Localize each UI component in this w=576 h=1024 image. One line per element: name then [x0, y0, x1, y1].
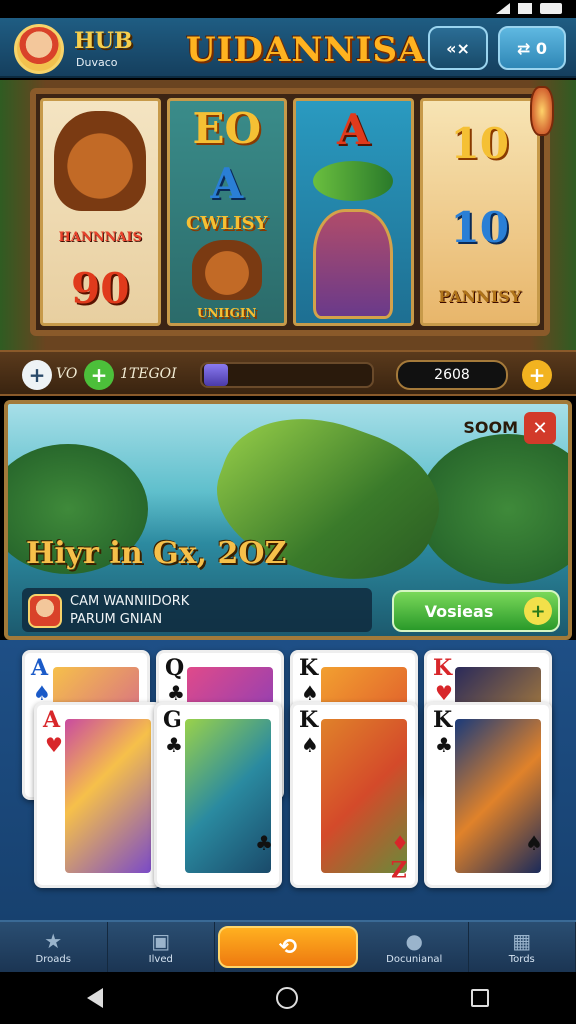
- reel-1-value: 90: [71, 264, 130, 314]
- card-suit-icon: ♣: [255, 831, 273, 855]
- hub-avatar[interactable]: [14, 24, 64, 74]
- banner-footer: CAM WANNIIDORK PARUM GNIAN: [22, 588, 372, 632]
- card-rank: A: [31, 655, 49, 681]
- control-bar: + VO + 1TEGOI 2608 +: [0, 350, 576, 396]
- system-nav-bar: [0, 972, 576, 1024]
- bottom-tab-bar: ★ Droads ▣ Ilved ⟲ ● Docunianal ▦ Tords: [0, 920, 576, 972]
- bet-increase-button[interactable]: +: [84, 360, 114, 390]
- grid-icon: ▦: [512, 928, 532, 953]
- tab-label: Docunianal: [386, 953, 443, 965]
- tab-tords[interactable]: ▦ Tords: [469, 922, 576, 972]
- battery-icon: [540, 3, 562, 14]
- card-rank: K: [299, 707, 319, 733]
- tab-label: Ilved: [148, 953, 173, 965]
- playing-card[interactable]: G ♣ ♣: [154, 702, 282, 888]
- banner-headline: Hiyr in Gx, 2OZ: [26, 536, 287, 571]
- beast-symbol-icon: [54, 110, 147, 211]
- reel-2[interactable]: EO A CWLISY UNIIGIN: [166, 98, 287, 326]
- banner-avatar: [28, 594, 62, 628]
- lantern-icon: [530, 86, 554, 136]
- home-icon[interactable]: [275, 987, 298, 1009]
- reel-4-top-symbol: 10: [450, 118, 509, 168]
- refresh-icon[interactable]: ⟲: [218, 926, 358, 968]
- promo-banner[interactable]: SOOM ✕ Hiyr in Gx, 2OZ CAM WANNIIDORK PA…: [4, 400, 572, 640]
- playing-card[interactable]: A ♥: [34, 702, 162, 888]
- plus-icon: +: [524, 597, 552, 625]
- card-rank: Q: [165, 655, 185, 681]
- card-suit-icon: ♠: [301, 733, 319, 757]
- credit-display: 2608: [396, 360, 508, 390]
- card-suit-icon: ♣: [165, 733, 183, 757]
- reel-3-top-symbol: A: [336, 104, 370, 154]
- card-hand: A ♠ Q ♣ K ♠ K ♥ A ♥ G ♣ ♣ K ♠ ♦ Z K ♣ ♠: [0, 640, 576, 920]
- add-credit-button[interactable]: +: [522, 360, 552, 390]
- reel-4-label: PANNISY: [438, 286, 522, 306]
- tab-label: Droads: [35, 953, 71, 965]
- gem-icon: [204, 364, 228, 386]
- tab-droads[interactable]: ★ Droads: [0, 922, 108, 972]
- bet-v-label: VO: [56, 366, 78, 382]
- status-icons: [496, 3, 562, 14]
- tab-center[interactable]: ⟲: [215, 922, 361, 972]
- reel-1-label: HANNNAIS: [58, 229, 143, 245]
- card-rank: K: [433, 707, 453, 733]
- reel-2-banner: CWLISY: [186, 213, 268, 235]
- card-suit-icon: ♠: [525, 831, 543, 855]
- box-icon: ▣: [151, 928, 171, 953]
- card-art: [65, 719, 151, 873]
- card-rank: Z: [390, 855, 407, 881]
- banner-cta-button[interactable]: Vosieas +: [392, 590, 560, 632]
- bet-decrease-button[interactable]: +: [22, 360, 52, 390]
- game-header: HUB Duvaco UIDANNISA! «× ⇄ 0: [0, 18, 576, 78]
- playing-card[interactable]: K ♠ ♦ Z: [290, 702, 418, 888]
- banner-footer-line2: PARUM GNIAN: [70, 612, 163, 627]
- card-rank: K: [299, 655, 319, 681]
- hub-title: HUB: [74, 28, 133, 54]
- card-rank: A: [43, 707, 61, 733]
- swap-button[interactable]: ⇄ 0: [498, 26, 566, 70]
- slot-machine: HANNNAIS 90 EO A CWLISY UNIIGIN A 10 10 …: [0, 80, 576, 350]
- tab-docunianal[interactable]: ● Docunianal: [361, 922, 469, 972]
- fish-illustration: [198, 404, 458, 608]
- reel-2-top-symbol: EO: [192, 103, 262, 153]
- card-suit-icon: ♥: [45, 733, 63, 757]
- reels-container: HANNNAIS 90 EO A CWLISY UNIIGIN A 10 10 …: [30, 88, 550, 336]
- reel-2-middle-symbol: A: [210, 158, 244, 208]
- card-rank: G: [163, 707, 182, 733]
- wifi-icon: [518, 3, 532, 14]
- reel-1[interactable]: HANNNAIS 90: [40, 98, 161, 326]
- close-menu-button[interactable]: «×: [428, 26, 488, 70]
- card-suit-icon: ♦: [391, 831, 409, 855]
- person-icon: ●: [405, 928, 423, 953]
- signal-icon: [496, 3, 510, 14]
- playing-card[interactable]: K ♣ ♠: [424, 702, 552, 888]
- card-suit-icon: ♣: [435, 733, 453, 757]
- banner-cta-label: Vosieas: [424, 601, 494, 621]
- mermaid-symbol-icon: [313, 209, 394, 320]
- game-title: UIDANNISA!: [186, 30, 442, 70]
- status-bar: [0, 0, 576, 18]
- banner-close-button[interactable]: ✕: [524, 412, 556, 444]
- bet-label: 1TEGOI: [120, 366, 177, 382]
- creature-symbol-icon: [191, 240, 262, 301]
- tab-ilved[interactable]: ▣ Ilved: [108, 922, 215, 972]
- star-icon: ★: [44, 928, 63, 953]
- recents-icon[interactable]: [471, 989, 490, 1007]
- fish-symbol-icon: [313, 161, 394, 202]
- banner-amount: SOOM: [463, 418, 518, 437]
- reel-3[interactable]: A: [293, 98, 414, 326]
- hub-subtitle: Duvaco: [76, 56, 118, 69]
- jungle-right-decoration: [418, 434, 568, 584]
- reel-4[interactable]: 10 10 PANNISY: [419, 98, 540, 326]
- card-rank: K: [433, 655, 453, 681]
- banner-footer-line1: CAM WANNIIDORK: [70, 594, 190, 609]
- reel-4-middle-symbol: 10: [450, 202, 509, 252]
- reel-2-bottom-label: UNIIGIN: [197, 306, 257, 321]
- back-icon[interactable]: [86, 988, 103, 1008]
- tab-label: Tords: [508, 953, 535, 965]
